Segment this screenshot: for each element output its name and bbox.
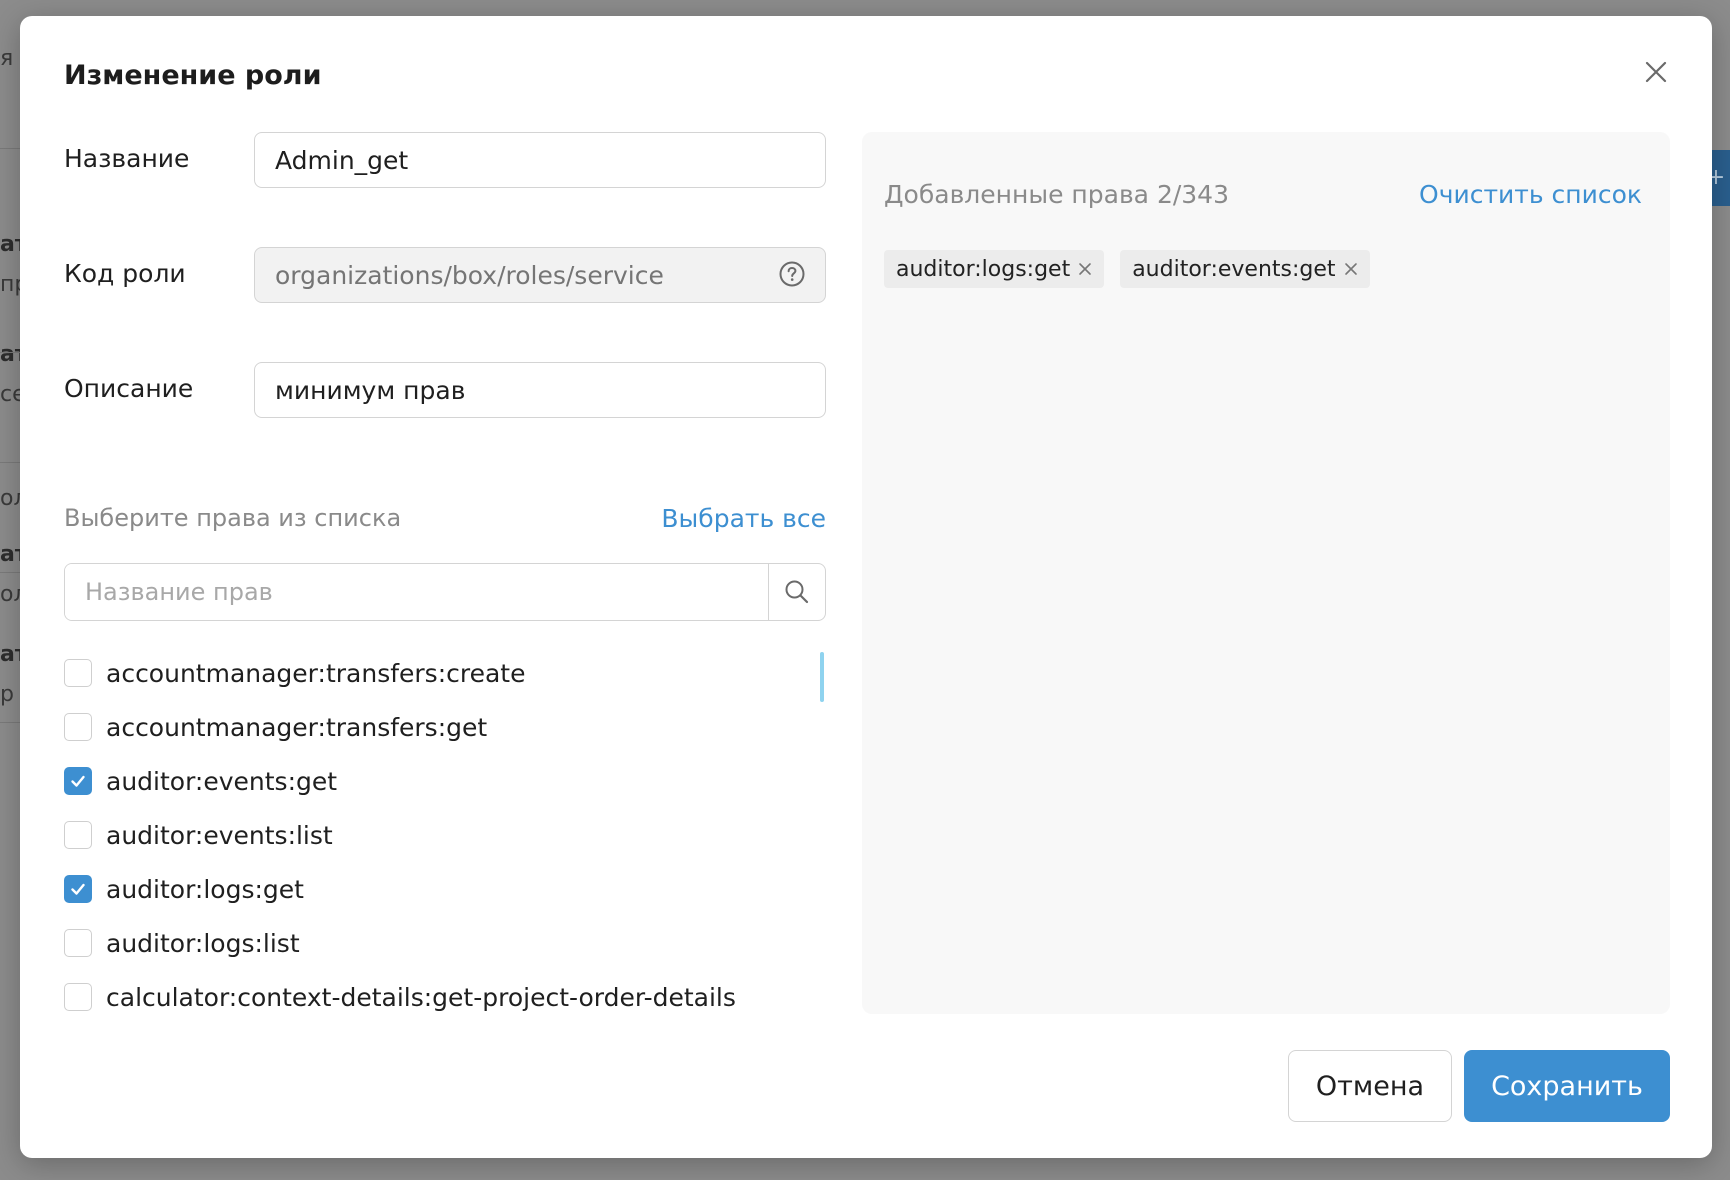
background-divider [0, 572, 22, 573]
permission-item[interactable]: auditor:events:get [64, 754, 824, 808]
checkbox[interactable] [64, 659, 92, 687]
role-code-label: Код роли [64, 259, 186, 288]
permission-label: auditor:events:list [106, 820, 333, 850]
role-code-input [254, 247, 826, 303]
checkbox[interactable] [64, 929, 92, 957]
name-label: Название [64, 144, 190, 173]
select-all-link[interactable]: Выбрать все [661, 504, 826, 533]
remove-tag-button[interactable] [1078, 262, 1092, 276]
checkbox-checked[interactable] [64, 767, 92, 795]
background-divider [0, 722, 22, 723]
name-input[interactable] [254, 132, 826, 188]
permissions-section-label: Выберите права из списка [64, 504, 402, 532]
permission-tag-label: auditor:logs:get [896, 256, 1071, 282]
background-divider [0, 462, 22, 463]
permission-item[interactable]: auditor:logs:get [64, 862, 824, 916]
added-permissions-panel: Добавленные права 2/343 Очистить список … [862, 132, 1670, 1014]
close-icon [1645, 61, 1667, 83]
edit-role-dialog: Изменение роли Название Код роли Описани… [20, 16, 1712, 1158]
permission-tag-label: auditor:events:get [1132, 256, 1336, 282]
permission-label: accountmanager:transfers:get [106, 712, 488, 742]
check-icon [71, 775, 85, 787]
background-text-fragment: я [0, 46, 14, 71]
search-icon [785, 580, 809, 604]
save-button[interactable]: Сохранить [1464, 1050, 1670, 1122]
dialog-title: Изменение роли [64, 60, 322, 91]
permission-tag: auditor:events:get [1120, 250, 1370, 288]
background-text-fragment: р [0, 682, 14, 707]
description-label: Описание [64, 374, 194, 403]
background-divider [0, 148, 22, 149]
permission-label: accountmanager:transfers:create [106, 658, 526, 688]
clear-list-link[interactable]: Очистить список [1419, 180, 1642, 209]
permission-label: calculator:context-details:get-project-o… [106, 982, 736, 1012]
close-button[interactable] [1638, 54, 1674, 90]
checkbox-checked[interactable] [64, 875, 92, 903]
permission-item[interactable]: accountmanager:transfers:create [64, 646, 824, 700]
permission-label: auditor:logs:list [106, 928, 300, 958]
added-permission-tags: auditor:logs:get auditor:events:get [884, 250, 1370, 288]
permission-list-scrollbar[interactable] [820, 652, 824, 702]
background-divider [0, 352, 22, 353]
close-icon [1344, 263, 1357, 275]
permission-search-input[interactable] [65, 564, 768, 620]
search-button[interactable] [768, 564, 825, 620]
checkbox[interactable] [64, 713, 92, 741]
permission-search [64, 563, 826, 621]
description-input[interactable] [254, 362, 826, 418]
close-icon [1079, 263, 1092, 275]
check-icon [71, 883, 85, 895]
help-circle-icon[interactable] [778, 260, 806, 288]
checkbox[interactable] [64, 821, 92, 849]
permission-item[interactable]: calculator:context-details:get-project-o… [64, 970, 824, 1024]
remove-tag-button[interactable] [1344, 262, 1358, 276]
permission-item[interactable]: auditor:events:list [64, 808, 824, 862]
permission-list: accountmanager:transfers:create accountma… [64, 646, 824, 1024]
permission-label: auditor:logs:get [106, 874, 304, 904]
permission-tag: auditor:logs:get [884, 250, 1105, 288]
permission-item[interactable]: accountmanager:transfers:get [64, 700, 824, 754]
permission-label: auditor:events:get [106, 766, 338, 796]
added-permissions-title: Добавленные права 2/343 [884, 180, 1229, 209]
cancel-button[interactable]: Отмена [1288, 1050, 1452, 1122]
permission-item[interactable]: auditor:logs:list [64, 916, 824, 970]
checkbox[interactable] [64, 983, 92, 1011]
